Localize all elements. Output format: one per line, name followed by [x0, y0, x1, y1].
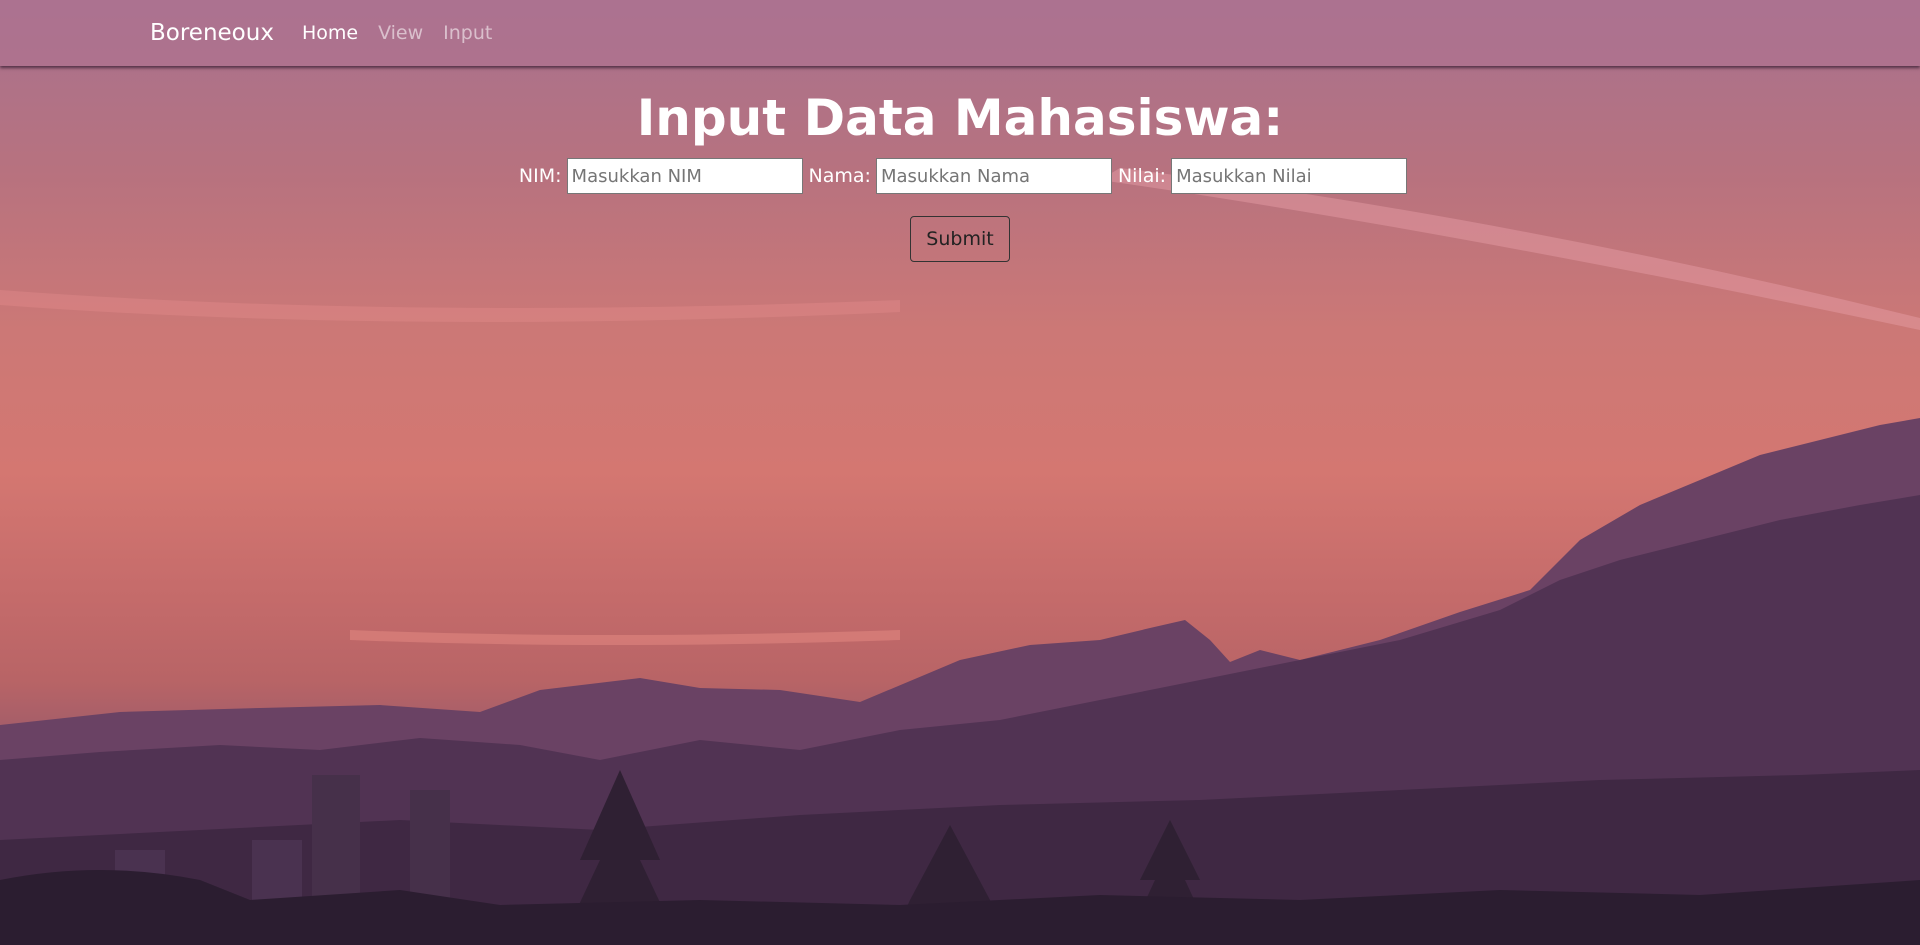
- nav-link-home[interactable]: Home: [302, 22, 358, 44]
- navbar-brand[interactable]: Boreneoux: [150, 20, 274, 46]
- page-title: Input Data Mahasiswa:: [636, 89, 1284, 147]
- nav-link-input[interactable]: Input: [443, 22, 492, 44]
- navbar-inner: Boreneoux Home View Input: [150, 0, 512, 66]
- main-content: Input Data Mahasiswa: NIM: Nama: Nilai: …: [0, 66, 1920, 262]
- student-form: NIM: Nama: Nilai:: [0, 156, 1920, 196]
- navbar: Boreneoux Home View Input: [0, 0, 1920, 66]
- nama-input[interactable]: [875, 158, 1112, 194]
- nilai-input[interactable]: [1171, 158, 1408, 194]
- nama-label: Nama:: [808, 165, 871, 187]
- nilai-label: Nilai:: [1117, 165, 1167, 187]
- submit-button[interactable]: Submit: [910, 216, 1010, 262]
- nim-input[interactable]: [566, 158, 803, 194]
- nim-label: NIM:: [518, 165, 562, 187]
- submit-wrapper: Submit: [0, 216, 1920, 262]
- nav-link-view[interactable]: View: [378, 22, 423, 44]
